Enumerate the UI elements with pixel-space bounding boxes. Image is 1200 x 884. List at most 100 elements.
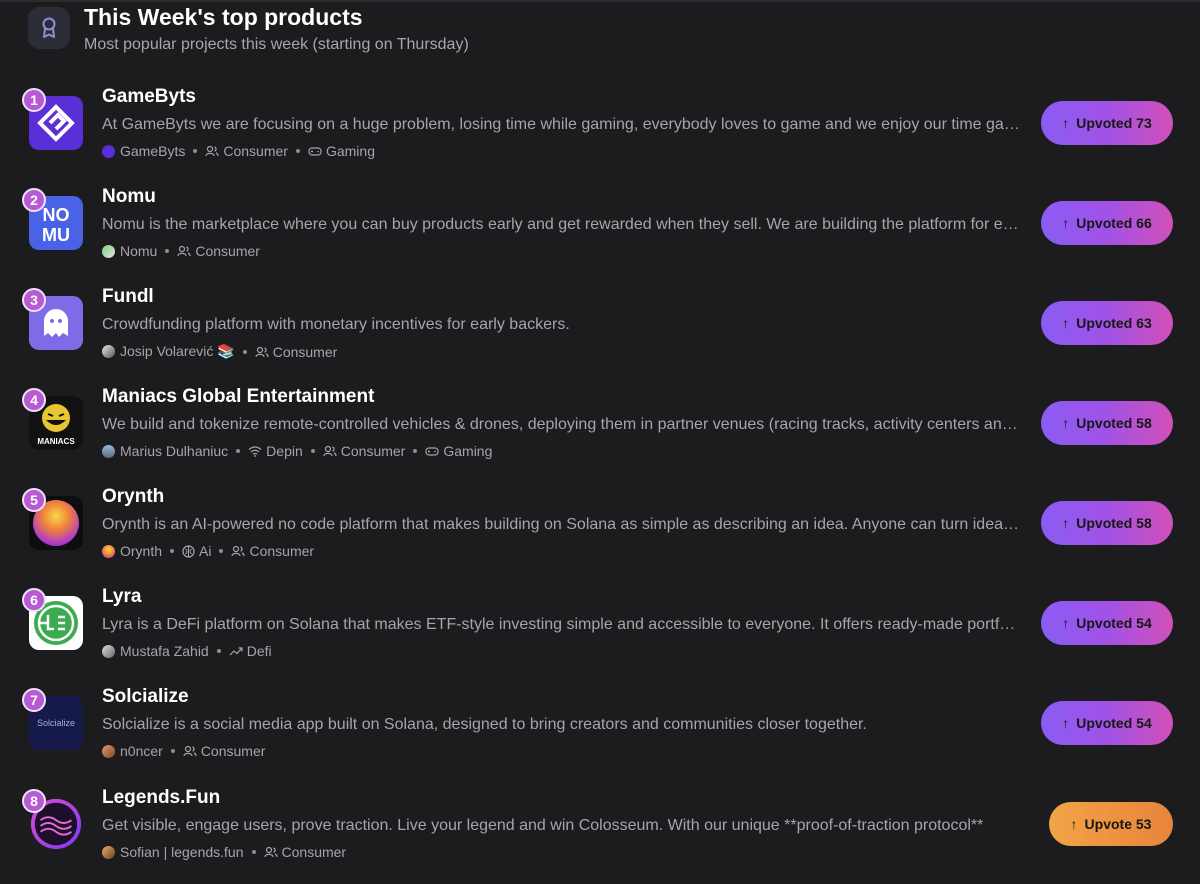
avatar xyxy=(102,744,115,758)
category-tag[interactable]: Gaming xyxy=(443,443,492,459)
product-meta: Mustafa Zahid Defi xyxy=(102,643,272,659)
arrow-up-icon: ↑ xyxy=(1062,715,1070,731)
rank-badge: 8 xyxy=(22,789,46,813)
ribbon-award-icon xyxy=(28,7,70,49)
product-name[interactable]: Maniacs Global Entertainment xyxy=(102,386,374,408)
arrow-up-icon: ↑ xyxy=(1062,415,1070,431)
separator-dot xyxy=(170,549,175,553)
section-header: This Week's top products Most popular pr… xyxy=(28,5,469,54)
rank-badge: 6 xyxy=(22,588,46,612)
product-name[interactable]: Legends.Fun xyxy=(102,787,220,809)
maker-name[interactable]: Josip Volarević 📚 xyxy=(120,343,235,360)
maker-name[interactable]: Mustafa Zahid xyxy=(120,643,209,659)
upvote-label: Upvoted 66 xyxy=(1076,215,1152,231)
product-row[interactable]: 5 Orynth Orynth is an AI-powered no code… xyxy=(0,483,1200,583)
upvote-button[interactable]: ↑ Upvoted 58 xyxy=(1041,501,1173,545)
avatar xyxy=(102,845,115,859)
category-tag[interactable]: Defi xyxy=(247,643,272,659)
product-meta: Orynth Ai Consumer xyxy=(102,543,314,559)
svg-text:Solcialize: Solcialize xyxy=(37,718,75,728)
category-tag[interactable]: Ai xyxy=(199,543,211,559)
product-row[interactable]: 4 MANIACS Maniacs Global Entertainment W… xyxy=(0,383,1200,483)
maker-name[interactable]: Orynth xyxy=(120,543,162,559)
arrow-up-icon: ↑ xyxy=(1062,315,1070,331)
category-tag[interactable]: Consumer xyxy=(201,743,266,759)
separator-dot xyxy=(251,850,256,854)
page-subtitle: Most popular projects this week (startin… xyxy=(84,36,469,53)
users-icon xyxy=(255,346,269,358)
upvote-button[interactable]: ↑ Upvoted 54 xyxy=(1041,701,1173,745)
svg-text:MU: MU xyxy=(42,225,70,245)
product-name[interactable]: Orynth xyxy=(102,486,164,508)
separator-dot xyxy=(295,149,300,153)
product-name[interactable]: Lyra xyxy=(102,586,141,608)
product-meta: GameByts Consumer Gaming xyxy=(102,143,375,159)
rank-badge: 7 xyxy=(22,688,46,712)
users-icon xyxy=(323,445,337,457)
upvote-button[interactable]: ↑ Upvoted 66 xyxy=(1041,201,1173,245)
product-row[interactable]: 2 NO MU Nomu Nomu is the marketplace wher… xyxy=(0,183,1200,283)
upvote-button[interactable]: ↑ Upvoted 54 xyxy=(1041,601,1173,645)
category-tag[interactable]: Consumer xyxy=(223,143,288,159)
upvote-label: Upvote 53 xyxy=(1084,816,1152,832)
users-icon xyxy=(183,745,197,757)
product-row[interactable]: 7 Solcialize Solcialize Solcialize is a … xyxy=(0,683,1200,783)
product-name[interactable]: Nomu xyxy=(102,186,156,208)
category-tag[interactable]: Gaming xyxy=(326,143,375,159)
separator-dot xyxy=(242,349,247,354)
upvote-label: Upvoted 54 xyxy=(1076,615,1152,631)
upvote-button[interactable]: ↑ Upvoted 58 xyxy=(1041,401,1173,445)
maker-name[interactable]: Sofian | legends.fun xyxy=(120,844,244,860)
maker-name[interactable]: Nomu xyxy=(120,243,157,259)
page-title: This Week's top products xyxy=(84,4,363,30)
category-tag[interactable]: Consumer xyxy=(341,443,406,459)
avatar xyxy=(102,244,115,258)
category-tag[interactable]: Consumer xyxy=(273,344,338,360)
category-tag[interactable]: Depin xyxy=(266,443,303,459)
category-tag[interactable]: Consumer xyxy=(249,543,314,559)
gamepad-icon xyxy=(308,145,322,157)
product-description: Get visible, engage users, prove tractio… xyxy=(102,817,984,834)
category-tag[interactable]: Consumer xyxy=(195,243,260,259)
product-row[interactable]: 8 Legends.Fun Get visible, engage users,… xyxy=(0,784,1200,884)
product-description: At GameByts we are focusing on a huge pr… xyxy=(102,116,1022,133)
upvote-label: Upvoted 63 xyxy=(1076,315,1152,331)
upvote-button[interactable]: ↑ Upvoted 73 xyxy=(1041,101,1173,145)
upvote-label: Upvoted 58 xyxy=(1076,515,1152,531)
product-name[interactable]: Solcialize xyxy=(102,686,189,708)
avatar xyxy=(102,544,115,558)
product-meta: Sofian | legends.fun Consumer xyxy=(102,844,346,860)
arrow-up-icon: ↑ xyxy=(1062,515,1070,531)
product-name[interactable]: GameByts xyxy=(102,86,196,108)
product-row[interactable]: 1 GameByts At GameByts we are focusing o… xyxy=(0,83,1200,183)
maker-name[interactable]: Marius Dulhaniuc xyxy=(120,443,228,459)
wifi-icon xyxy=(248,445,262,457)
product-description: Crowdfunding platform with monetary ince… xyxy=(102,316,570,333)
product-meta: n0ncer Consumer xyxy=(102,743,265,759)
maker-name[interactable]: n0ncer xyxy=(120,743,163,759)
rank-badge: 2 xyxy=(22,188,46,212)
separator-dot xyxy=(216,649,221,653)
separator-dot xyxy=(219,549,224,553)
separator-dot xyxy=(193,149,198,153)
product-description: Lyra is a DeFi platform on Solana that m… xyxy=(102,616,1022,633)
product-row[interactable]: 3 Fundl Crowdfunding platform with monet… xyxy=(0,283,1200,383)
upvote-button[interactable]: ↑ Upvote 53 xyxy=(1049,802,1173,846)
upvote-button[interactable]: ↑ Upvoted 63 xyxy=(1041,301,1173,345)
product-meta: Nomu Consumer xyxy=(102,243,260,259)
svg-text:MANIACS: MANIACS xyxy=(37,437,75,446)
avatar xyxy=(102,444,115,458)
product-row[interactable]: 6 Lyra Lyra is a DeFi platform on Solana… xyxy=(0,583,1200,683)
svg-text:NO: NO xyxy=(43,205,70,225)
product-name[interactable]: Fundl xyxy=(102,286,154,308)
brain-icon xyxy=(182,544,195,558)
separator-dot xyxy=(170,749,175,753)
upvote-label: Upvoted 54 xyxy=(1076,715,1152,731)
category-tag[interactable]: Consumer xyxy=(282,844,347,860)
maker-name[interactable]: GameByts xyxy=(120,143,185,159)
arrow-up-icon: ↑ xyxy=(1062,615,1070,631)
product-description: Orynth is an AI-powered no code platform… xyxy=(102,516,1022,533)
arrow-up-icon: ↑ xyxy=(1062,215,1070,231)
separator-dot xyxy=(413,449,418,453)
users-icon xyxy=(205,145,219,157)
